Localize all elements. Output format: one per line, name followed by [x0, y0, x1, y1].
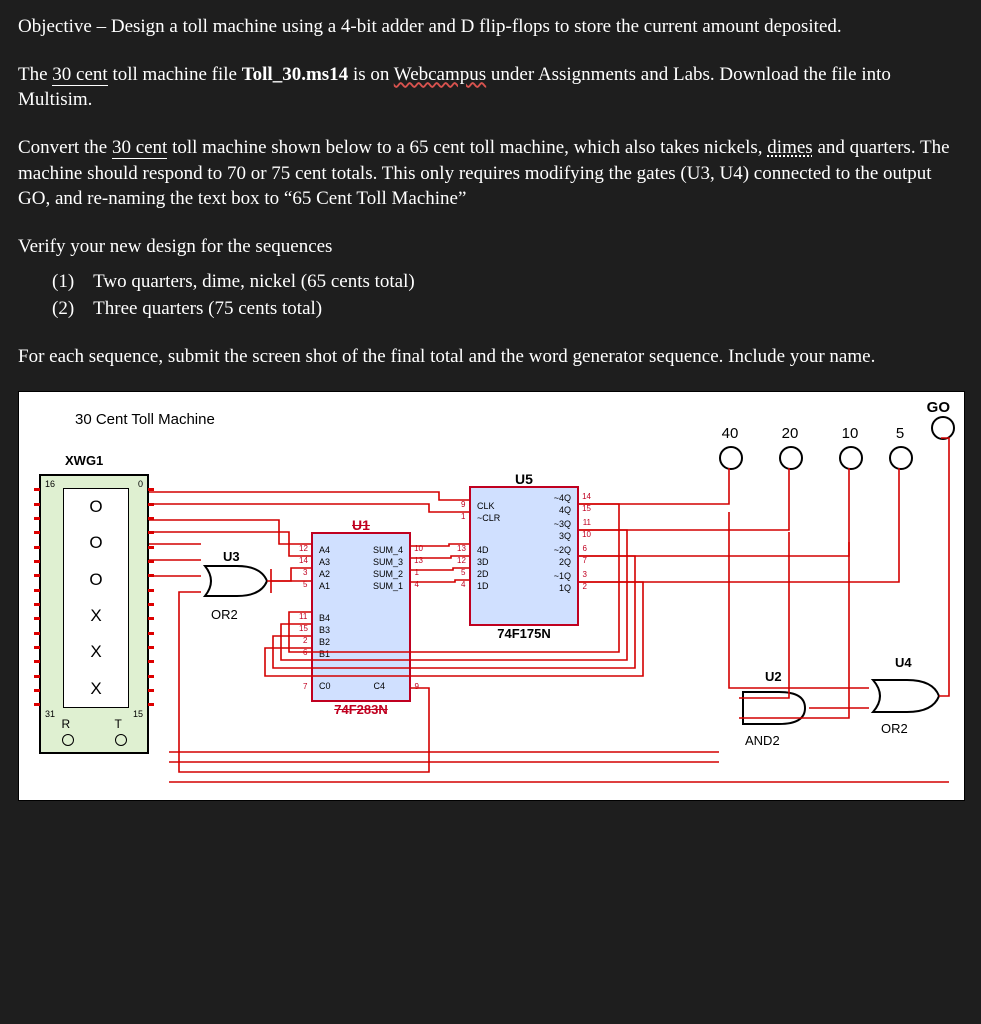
verify-heading: Verify your new design for the sequences	[18, 234, 963, 260]
probe-40	[719, 446, 743, 470]
u4-label: U4	[895, 654, 912, 672]
thirty-cent-underline: 30 cent	[52, 64, 107, 86]
objective-paragraph: Objective – Design a toll machine using …	[18, 14, 963, 40]
u5-dff-chip: U5 74F175N CLK ~CLR 9 1 4D 3D 2D 1D 13 1…	[469, 486, 579, 626]
figure-title: 30 Cent Toll Machine	[75, 410, 215, 430]
u4-type: OR2	[881, 720, 908, 738]
probe-label-20: 20	[775, 424, 805, 444]
u1-adder-chip: U1 74F283N A4 A3 A2 A1 12 14 3 5 SUM_4 S…	[311, 532, 411, 702]
u1-part: 74F283N	[313, 701, 409, 719]
xwg-label: XWG1	[65, 452, 103, 470]
probe-go	[931, 416, 955, 440]
webcampus-wavy: Webcampus	[394, 64, 486, 85]
objective-body: Design a toll machine using a 4-bit adde…	[111, 16, 842, 37]
u5-title: U5	[471, 470, 577, 489]
probe-label-40: 40	[715, 424, 745, 444]
u2-label: U2	[765, 668, 782, 686]
sequence-item-1: (1) Two quarters, dime, nickel (65 cents…	[52, 269, 963, 295]
convert-paragraph: Convert the 30 cent toll machine shown b…	[18, 135, 963, 212]
page-root: Objective – Design a toll machine using …	[0, 0, 981, 1024]
submit-paragraph: For each sequence, submit the screen sho…	[18, 344, 963, 370]
filename: Toll_30.ms14	[242, 64, 348, 85]
objective-prefix: Objective –	[18, 16, 111, 37]
u3-or-gate	[201, 562, 271, 600]
u3-type: OR2	[211, 606, 238, 624]
sequence-item-2: (2) Three quarters (75 cents total)	[52, 296, 963, 322]
probe-label-10: 10	[835, 424, 865, 444]
xwg-rt-ports: R T	[41, 716, 147, 746]
sequence-list: (1) Two quarters, dime, nickel (65 cents…	[52, 269, 963, 321]
file-location-paragraph: The 30 cent toll machine file Toll_30.ms…	[18, 62, 963, 113]
probe-20	[779, 446, 803, 470]
u2-type: AND2	[745, 732, 780, 750]
probe-label-5: 5	[885, 424, 915, 444]
probe-5	[889, 446, 913, 470]
xwg-data-column: O O O X X X	[63, 488, 129, 708]
circuit-figure: 30 Cent Toll Machine GO 40 20 10 5 XWG1 …	[18, 391, 965, 801]
u5-part: 74F175N	[471, 625, 577, 643]
u1-title: U1	[313, 516, 409, 535]
u4-or-gate	[869, 676, 943, 716]
u2-and-gate	[739, 688, 811, 728]
word-generator: 16 0 31 15 O O O X X X R T	[39, 474, 149, 754]
dimes-dotted: dimes	[767, 137, 812, 158]
probe-10	[839, 446, 863, 470]
thirty-cent-underline-2: 30 cent	[112, 137, 167, 159]
